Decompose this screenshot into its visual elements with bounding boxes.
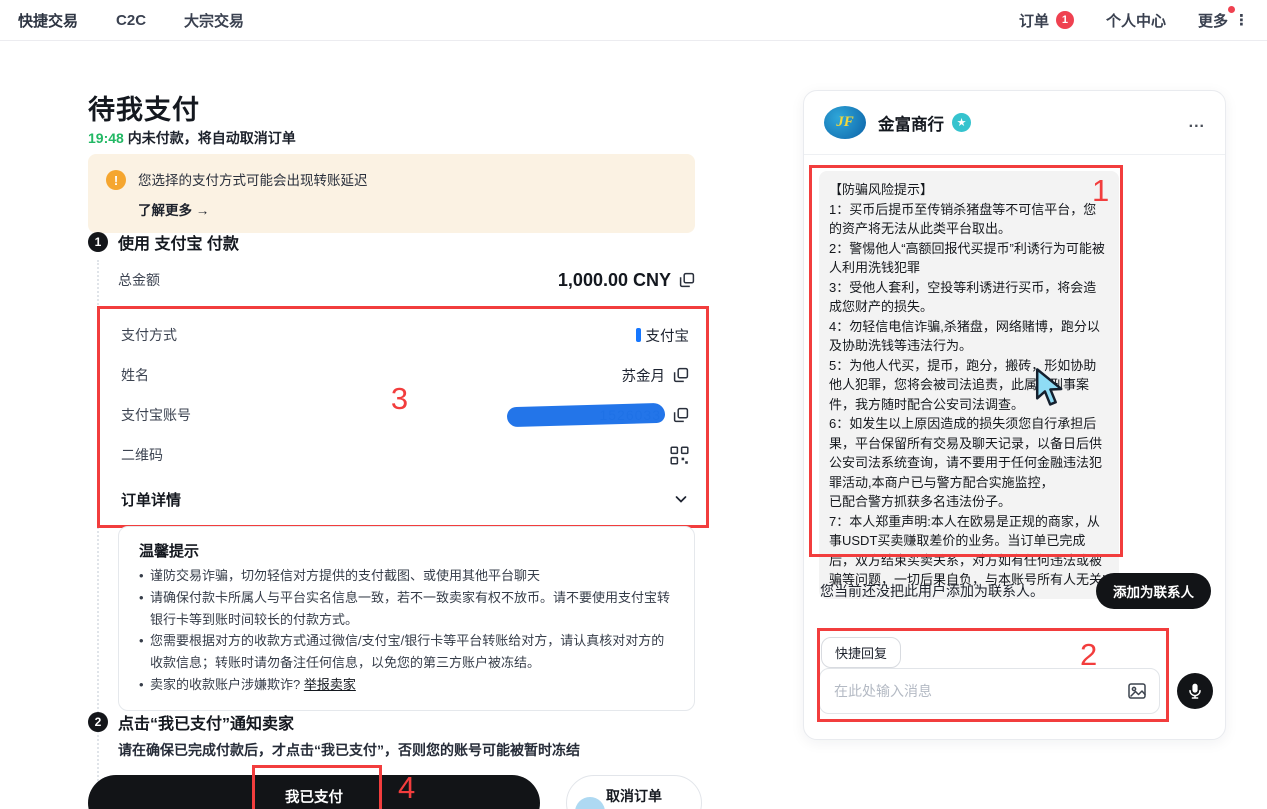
microphone-icon <box>1186 682 1204 700</box>
countdown-line: 19:48 内未付款，将自动取消订单 <box>88 128 296 148</box>
chat-panel: JF 金富商行 ★ ... 【防骗风险提示】 1：买币后提币至传销杀猪盘等不可信… <box>803 90 1226 740</box>
annotation-number-3: 3 <box>391 381 408 417</box>
annotation-number-1: 1 <box>1092 173 1109 209</box>
tip-item: 谨防交易诈骗，切勿轻信对方提供的支付截图、或使用其他平台聊天 <box>139 565 674 587</box>
avatar-initials: JF <box>836 114 854 131</box>
tips-list: 谨防交易诈骗，切勿轻信对方提供的支付截图、或使用其他平台聊天 请确保付款卡所属人… <box>139 565 674 696</box>
payment-method-box: 支付方式 支付宝 姓名 苏金月 支付宝账号 <box>97 306 709 528</box>
total-amount-label: 总金额 <box>118 270 160 290</box>
payment-fields: 总金额 1,000.00 CNY 支付方式 支付宝 姓名 <box>118 264 695 528</box>
nav-item-c2c[interactable]: C2C <box>116 12 146 29</box>
tip-item: 请确保付款卡所属人与平台实名信息一致，若不一致卖家有权不放币。请不要使用支付宝转… <box>139 587 674 631</box>
message-input[interactable] <box>820 683 1127 699</box>
order-details-toggle[interactable]: 订单详情 <box>121 481 689 517</box>
page: 快捷交易 C2C 大宗交易 订单 1 个人中心 更多 ⋮ 待我支付 19:48 … <box>0 0 1267 809</box>
payment-method-row: 支付方式 支付宝 <box>121 315 689 355</box>
warning-icon: ! <box>106 170 126 190</box>
payee-name-value: 苏金月 <box>622 365 666 386</box>
tips-title: 温馨提示 <box>139 540 674 561</box>
countdown-timer: 19:48 <box>88 130 124 146</box>
step2-header: 2 点击“我已支付”通知卖家 <box>88 710 294 734</box>
qr-code-label: 二维码 <box>121 445 163 465</box>
nav-item-quick-trade[interactable]: 快捷交易 <box>18 10 78 31</box>
nav-right: 订单 1 个人中心 更多 ⋮ <box>1019 10 1249 31</box>
orders-count-badge: 1 <box>1056 11 1074 29</box>
countdown-text: 内未付款，将自动取消订单 <box>124 130 296 146</box>
payee-name-label: 姓名 <box>121 365 149 385</box>
qr-code-icon[interactable] <box>670 446 689 465</box>
message-input-container <box>819 668 1160 714</box>
total-amount-value: 1,000.00 CNY <box>558 270 671 291</box>
more-label: 更多 <box>1198 10 1228 31</box>
step2-number-icon: 2 <box>88 712 108 732</box>
payment-method-label: 支付方式 <box>121 325 177 345</box>
i-have-paid-button[interactable]: 我已支付 <box>88 775 540 809</box>
order-payment-section: 待我支付 19:48 内未付款，将自动取消订单 ! 您选择的支付方式可能会出现转… <box>88 88 695 127</box>
merchant-message-bubble: 【防骗风险提示】 1：买币后提币至传销杀猪盘等不可信平台，您的资产将无法从此类平… <box>819 171 1119 599</box>
nav-item-more[interactable]: 更多 ⋮ <box>1198 10 1249 31</box>
copy-name-icon[interactable] <box>673 367 689 383</box>
merchant-name: 金富商行 <box>878 111 944 135</box>
fraud-question: 卖家的收款账户涉嫌欺诈? <box>150 677 304 692</box>
alipay-account-value-redacted: 1526033 <box>507 405 665 425</box>
nav-left: 快捷交易 C2C 大宗交易 <box>18 10 244 31</box>
quick-reply-button[interactable]: 快捷回复 <box>821 637 901 668</box>
step1-header: 1 使用 支付宝 付款 <box>88 230 239 254</box>
payment-delay-warning-banner: ! 您选择的支付方式可能会出现转账延迟 了解更多 → <box>88 154 695 233</box>
contact-notice-text: 您当前还没把此用户添加为联系人。 <box>820 581 1044 601</box>
more-menu-icon: ⋮ <box>1234 11 1249 29</box>
report-seller-link[interactable]: 举报卖家 <box>304 677 356 692</box>
voice-message-button[interactable] <box>1177 673 1213 709</box>
annotation-number-4: 4 <box>398 770 415 806</box>
qr-code-row: 二维码 <box>121 435 689 475</box>
warning-text: 您选择的支付方式可能会出现转账延迟 <box>138 169 368 189</box>
annotation-number-2: 2 <box>1080 637 1097 673</box>
payment-method-value: 支付宝 <box>646 325 690 346</box>
step2-subtitle: 请在确保已完成付款后，才点击“我已支付”，否则您的账号可能被暂时冻结 <box>118 740 580 760</box>
top-navigation: 快捷交易 C2C 大宗交易 订单 1 个人中心 更多 ⋮ <box>0 0 1267 41</box>
nav-item-profile[interactable]: 个人中心 <box>1106 10 1166 31</box>
chevron-down-icon <box>673 491 689 507</box>
orders-label: 订单 <box>1019 10 1049 31</box>
step2-title: 点击“我已支付”通知卖家 <box>118 710 294 734</box>
tip-item: 卖家的收款账户涉嫌欺诈? 举报卖家 <box>139 674 674 696</box>
warning-body: 您选择的支付方式可能会出现转账延迟 了解更多 → <box>138 169 368 219</box>
attach-image-icon[interactable] <box>1127 681 1147 701</box>
alipay-account-label: 支付宝账号 <box>121 405 191 425</box>
copy-amount-icon[interactable] <box>679 272 695 288</box>
merchant-avatar[interactable]: JF <box>824 106 866 139</box>
tip-item: 您需要根据对方的收款方式通过微信/支付宝/银行卡等平台转账给对方，请认真核对对方… <box>139 630 674 674</box>
order-details-label: 订单详情 <box>121 489 181 510</box>
nav-item-orders[interactable]: 订单 1 <box>1019 10 1074 31</box>
notification-dot <box>1228 6 1235 13</box>
learn-more-link[interactable]: 了解更多 → <box>138 199 368 219</box>
add-contact-row: 您当前还没把此用户添加为联系人。 添加为联系人 <box>820 573 1211 609</box>
page-title: 待我支付 <box>88 88 695 127</box>
redaction-scribble <box>507 403 665 427</box>
chat-header: JF 金富商行 ★ ... <box>804 91 1225 155</box>
alipay-icon <box>636 328 641 342</box>
step1-number-icon: 1 <box>88 232 108 252</box>
friendly-tips-box: 温馨提示 谨防交易诈骗，切勿轻信对方提供的支付截图、或使用其他平台聊天 请确保付… <box>118 526 695 711</box>
action-buttons-row: 我已支付 取消订单 <box>88 775 702 809</box>
chat-menu-icon[interactable]: ... <box>1189 121 1205 125</box>
nav-item-block-trade[interactable]: 大宗交易 <box>184 10 244 31</box>
verified-badge-icon: ★ <box>952 113 971 132</box>
copy-account-icon[interactable] <box>673 407 689 423</box>
total-amount-row: 总金额 1,000.00 CNY <box>118 264 695 296</box>
step1-title: 使用 支付宝 付款 <box>118 230 239 254</box>
add-contact-button[interactable]: 添加为联系人 <box>1096 573 1211 609</box>
